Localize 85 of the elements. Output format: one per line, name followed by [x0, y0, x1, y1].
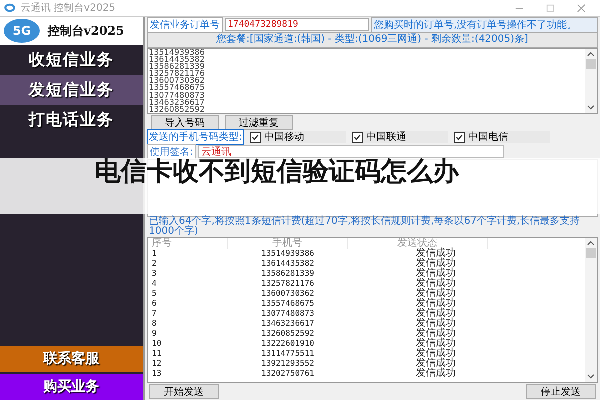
table-cell-text: 11	[151, 349, 163, 359]
sidebar-item[interactable]: 收短信业务	[0, 45, 143, 75]
table-cell-text: 13586281339	[260, 269, 316, 279]
table-cell-text: 13202750761	[260, 369, 316, 379]
package-info: 您套餐:[国家通道:(韩国) - 类型:(1069三网通) - 剩余数量:(42005)条]	[147, 32, 598, 48]
table-cell-text: 13600730362	[260, 289, 316, 299]
table-cell-text: 7	[151, 309, 158, 319]
char-count-note: 已输入64个字,将按照1条短信计费(超过70字,将按长信规则计费,每条以67个字计费,长信最多支持1000个字)	[148, 217, 582, 237]
window-title: 云通讯 控制台v2025	[21, 2, 116, 15]
signature-field[interactable]: 云通讯	[198, 145, 504, 158]
sidebar-item[interactable]: 发短信业务	[0, 75, 143, 105]
headline-text: 电信卡收不到短信验证码怎么办	[95, 159, 460, 186]
table-cell-text: 发信成功	[415, 269, 457, 279]
table-cell-text: 8	[151, 319, 158, 329]
table-cell-text: 13557468675	[260, 299, 316, 309]
table-cell-text: 发信成功	[415, 339, 457, 349]
scroll-up-icon[interactable]	[587, 51, 595, 57]
phone-number-line: 13614435382	[149, 56, 206, 64]
order-number-field[interactable]: 1740473289819	[225, 18, 369, 31]
table-cell-text: 3	[151, 269, 158, 279]
table-cell-text: 13077480873	[260, 309, 316, 319]
table-cell-text: 9	[151, 329, 158, 339]
table-cell-text: 13921293552	[260, 359, 316, 369]
scrollbar[interactable]	[585, 49, 597, 113]
scroll-down-icon[interactable]	[587, 105, 595, 111]
table-cell-text: 发信成功	[415, 299, 457, 309]
table-cell-text: 4	[151, 279, 158, 289]
logo-title: 控制台v2025	[48, 22, 124, 40]
toolbar-button[interactable]: 导入号码	[151, 114, 219, 130]
phone-number-line: 13260852592	[149, 106, 206, 113]
order-hint: 您购买时的订单号,没有订单号操作不了功能。	[371, 16, 598, 32]
sidebar-item[interactable]: 打电话业务	[0, 105, 143, 135]
phone-number-line: 13463236617	[149, 98, 206, 106]
table-cell-text: 发信成功	[415, 359, 457, 369]
phone-number-line: 13557468675	[149, 84, 206, 92]
scrollbar-thumb[interactable]	[586, 59, 596, 69]
carrier-label: 发送的手机号码类型:	[147, 129, 244, 145]
table-cell-text: 发信成功	[415, 319, 457, 329]
logo-badge: 5G	[4, 19, 40, 43]
numbers-textarea[interactable]: 13514939386 13614435382 13586281339 13257821176 13600730362 13557468675 13077480873 13463236617 13260852592	[147, 48, 598, 114]
phone-number-line: 13257821176	[149, 70, 206, 78]
table-cell-text: 2	[151, 259, 158, 269]
table-cell-text: 12	[151, 359, 163, 369]
table-cell-text: 发信成功	[415, 279, 457, 289]
table-cell-text: 13	[151, 369, 163, 379]
carrier-checkbox[interactable]: 中国联通	[352, 131, 448, 143]
table-cell-text: 发信成功	[415, 289, 457, 299]
carrier-checkbox[interactable]: 中国移动	[250, 131, 346, 143]
table-cell-text: 5	[151, 289, 158, 299]
table-cell-text: 13514939386	[260, 249, 316, 259]
order-label: 发信业务订单号	[147, 16, 223, 32]
maximize-icon[interactable]	[546, 4, 555, 12]
table-cell-text: 发信成功	[415, 309, 457, 319]
phone-number-line: 13514939386	[149, 49, 206, 56]
table-cell-text: 发信成功	[415, 349, 457, 359]
table-cell-text: 1	[151, 249, 158, 259]
phone-number-line: 13600730362	[149, 77, 206, 84]
table-cell-text: 10	[151, 339, 163, 349]
table-cell-text: 6	[151, 299, 158, 309]
table-cell-text: 发信成功	[415, 369, 457, 379]
toolbar-button[interactable]: 过滤重复	[225, 114, 293, 130]
checkmark-icon	[251, 132, 260, 142]
close-icon[interactable]	[577, 4, 586, 12]
table-cell-text: 发信成功	[415, 249, 457, 259]
scroll-down-icon[interactable]	[587, 374, 595, 380]
table-cell-text: 13463236617	[260, 319, 316, 329]
table-cell-text: 13114775511	[260, 349, 316, 359]
action-button[interactable]: 停止发送	[526, 384, 596, 399]
action-button[interactable]: 开始发送	[149, 384, 219, 399]
table-cell-text: 13260852592	[260, 329, 316, 339]
scroll-up-icon[interactable]	[587, 240, 595, 246]
carrier-checkbox[interactable]: 中国电信	[454, 131, 550, 143]
scrollbar-thumb[interactable]	[586, 248, 596, 258]
checkmark-icon	[353, 132, 362, 142]
table-cell-text: 发信成功	[415, 259, 457, 269]
sidebar-button[interactable]: 购买业务	[0, 374, 143, 400]
table-cell-text: 13257821176	[260, 279, 316, 289]
scrollbar[interactable]	[585, 238, 597, 382]
phone-number-line: 13077480873	[149, 92, 206, 99]
table-cell-text: 发信成功	[415, 329, 457, 339]
table-cell-text: 13614435382	[260, 259, 316, 269]
sidebar-button[interactable]: 联系客服	[0, 346, 143, 372]
table-cell-text: 13222601910	[260, 339, 316, 349]
phone-number-line: 13586281339	[149, 63, 206, 70]
checkmark-icon	[455, 132, 464, 142]
